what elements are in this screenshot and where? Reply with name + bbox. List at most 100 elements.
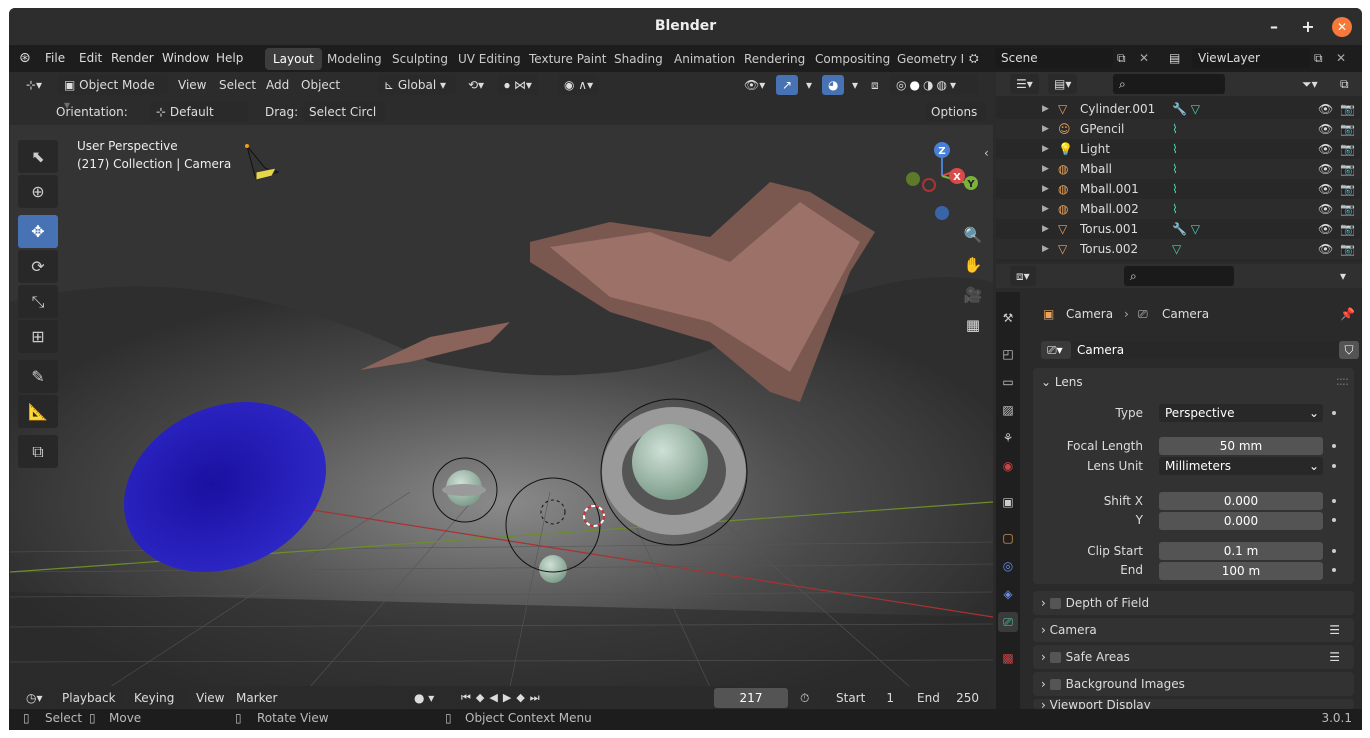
rendered-shading-icon[interactable]: ◍ <box>936 78 949 92</box>
expand-arrow-icon[interactable]: ▶ <box>1042 119 1049 139</box>
render-tab-icon[interactable]: ◰ <box>998 344 1018 364</box>
tab-layout[interactable]: Layout <box>265 48 322 70</box>
eye-visibility-icon[interactable]: 👁 <box>1318 119 1333 139</box>
outliner-row[interactable]: ▶ ▽ Torus.002 ▽ 👁 📷 <box>996 239 1362 259</box>
output-tab-icon[interactable]: ▭ <box>998 372 1018 392</box>
camera-panel[interactable]: › Camera ☰ <box>1033 618 1354 642</box>
next-keyframe-icon[interactable]: ◆ <box>516 691 529 704</box>
tab-texture-paint[interactable]: Texture Paint <box>521 48 614 70</box>
prev-keyframe-icon[interactable]: ◆ <box>476 691 489 704</box>
gizmo-dropdown-icon[interactable]: ▾ <box>800 75 818 95</box>
menu-select[interactable]: Select <box>213 75 262 95</box>
menu-view[interactable]: View <box>172 75 212 95</box>
properties-editor-icon[interactable]: ⧈▾ <box>1010 266 1036 286</box>
viewport-display-panel[interactable]: › Viewport Display <box>1033 699 1354 709</box>
render-camera-icon[interactable]: 📷 <box>1340 179 1355 199</box>
add-cube-tool-icon[interactable]: ⧉ <box>18 435 58 468</box>
outliner-item-name[interactable]: Torus.002 <box>1080 239 1138 259</box>
keyframe-dot-icon[interactable] <box>1332 518 1336 522</box>
proportional-edit-icon[interactable]: ◉ ∧▾ <box>558 75 600 95</box>
camera-view-icon[interactable]: 🎥 <box>960 282 986 308</box>
material-shading-icon[interactable]: ◑ <box>923 78 936 92</box>
lens-unit-dropdown[interactable]: Millimeters ⌄ <box>1159 457 1323 475</box>
menu-add[interactable]: Add <box>260 75 295 95</box>
clip-end-field[interactable]: 100 m <box>1159 562 1323 580</box>
scale-tool-icon[interactable]: ⤡ <box>18 285 58 318</box>
menu-object[interactable]: Object <box>295 75 346 95</box>
measure-tool-icon[interactable]: 📐 <box>18 395 58 428</box>
expand-arrow-icon[interactable]: ▶ <box>1042 219 1049 239</box>
type-dropdown[interactable]: Perspective ⌄ <box>1159 404 1323 422</box>
tab-shading[interactable]: Shading <box>606 48 671 70</box>
view-layer-tab-icon[interactable]: ▨ <box>998 400 1018 420</box>
outliner-row[interactable]: ▶ ☺ GPencil ⌇ 👁 📷 <box>996 119 1362 139</box>
render-camera-icon[interactable]: 📷 <box>1340 159 1355 179</box>
safe-areas-panel[interactable]: › Safe Areas ☰ <box>1033 645 1354 669</box>
keyframe-dot-icon[interactable] <box>1332 411 1336 415</box>
safe-areas-checkbox[interactable] <box>1049 652 1061 663</box>
camera-data-tab-icon[interactable]: ⎚ <box>998 612 1018 632</box>
expand-arrow-icon[interactable]: ▶ <box>1042 139 1049 159</box>
background-images-checkbox[interactable] <box>1049 679 1061 690</box>
render-camera-icon[interactable]: 📷 <box>1340 99 1355 119</box>
render-camera-icon[interactable]: 📷 <box>1340 119 1355 139</box>
transform-orientation-dropdown[interactable]: ⊾ Global ▾ <box>378 75 456 95</box>
eye-visibility-icon[interactable]: 👁 <box>1318 239 1333 259</box>
playback-controls[interactable]: ⏮◆◀▶◆⏭ <box>455 688 579 708</box>
drag-dropdown[interactable]: Select Circl <box>303 102 385 122</box>
shift-x-field[interactable]: 0.000 <box>1159 492 1323 510</box>
outliner-row[interactable]: ▶ ◍ Mball.002 ⌇ 👁 📷 <box>996 199 1362 219</box>
sidebar-toggle-icon[interactable]: ‹ <box>984 146 989 160</box>
blender-logo-icon[interactable]: ⊛ <box>19 45 31 72</box>
depth-of-field-checkbox[interactable] <box>1049 598 1061 609</box>
keyframe-dot-icon[interactable] <box>1332 444 1336 448</box>
menu-edit[interactable]: Edit <box>79 45 102 72</box>
start-frame-field[interactable]: Start 1 <box>818 688 902 708</box>
annotate-tool-icon[interactable]: ✎ <box>18 360 58 393</box>
outliner-item-name[interactable]: Light <box>1080 139 1110 159</box>
tab-modeling[interactable]: Modeling <box>319 48 390 70</box>
preset-list-icon[interactable]: ☰ <box>1329 645 1340 669</box>
3d-viewport[interactable]: ⊹▾ ▣ Object Mode ▾ View Select Add Objec… <box>10 72 993 687</box>
eye-visibility-icon[interactable]: 👁 <box>1318 199 1333 219</box>
expand-arrow-icon[interactable]: ▶ <box>1042 99 1049 119</box>
keyframe-dot-icon[interactable] <box>1332 464 1336 468</box>
keying-menu[interactable]: Keying ▾ <box>128 688 188 725</box>
menu-file[interactable]: File <box>45 45 65 72</box>
marker-menu[interactable]: Marker <box>230 688 283 708</box>
collection-tab-icon[interactable]: ▣ <box>998 492 1018 512</box>
eye-visibility-icon[interactable]: 👁 <box>1318 219 1333 239</box>
eye-visibility-icon[interactable]: 👁 <box>1318 139 1333 159</box>
depth-of-field-panel[interactable]: › Depth of Field <box>1033 591 1354 615</box>
background-images-panel[interactable]: › Background Images <box>1033 672 1354 696</box>
outliner-item-name[interactable]: Mball.002 <box>1080 199 1139 219</box>
expand-arrow-icon[interactable]: ▶ <box>1042 199 1049 219</box>
keyframe-dot-icon[interactable] <box>1332 568 1336 572</box>
current-frame-field[interactable]: 217 <box>714 688 788 708</box>
tool-tab-icon[interactable]: ⚒ <box>998 308 1018 328</box>
cursor-tool-icon[interactable]: ⊕ <box>18 175 58 208</box>
outliner-row[interactable]: ▶ ▽ Cylinder.001 🔧 ▽ 👁 📷 <box>996 99 1362 119</box>
move-tool-icon[interactable]: ✥ <box>18 215 58 248</box>
outliner-row[interactable]: ▶ ▽ Torus.001 🔧 ▽ 👁 📷 <box>996 219 1362 239</box>
pin-icon[interactable]: 📌 <box>1340 304 1355 324</box>
maximize-button[interactable]: + <box>1298 17 1318 37</box>
minimize-button[interactable]: – <box>1264 17 1284 37</box>
rotate-tool-icon[interactable]: ⟳ <box>18 250 58 283</box>
outliner-row[interactable]: ▶ 💡 Light ⌇ 👁 📷 <box>996 139 1362 159</box>
shift-y-field[interactable]: 0.000 <box>1159 512 1323 530</box>
scene-tab-icon[interactable]: ⚘ <box>998 428 1018 448</box>
view-layer-field[interactable]: ViewLayer <box>1192 48 1310 68</box>
options-dropdown[interactable]: Options <box>925 102 987 122</box>
outliner-editor-icon[interactable]: ☰▾ <box>1010 74 1039 94</box>
eye-visibility-icon[interactable]: 👁 <box>1318 99 1333 119</box>
close-button[interactable]: ✕ <box>1332 17 1352 37</box>
outliner-item-name[interactable]: Cylinder.001 <box>1080 99 1155 119</box>
world-tab-icon[interactable]: ◉ <box>998 456 1018 476</box>
select-tool-icon[interactable]: ⬉ <box>18 140 58 173</box>
xray-icon[interactable]: ⧈ <box>865 75 885 95</box>
tab-rendering[interactable]: Rendering <box>736 48 813 70</box>
editor-type-icon[interactable]: ⊹▾ <box>20 75 54 95</box>
wireframe-shading-icon[interactable]: ◎ <box>896 78 909 92</box>
record-icon[interactable]: ● ▾ <box>408 688 441 708</box>
